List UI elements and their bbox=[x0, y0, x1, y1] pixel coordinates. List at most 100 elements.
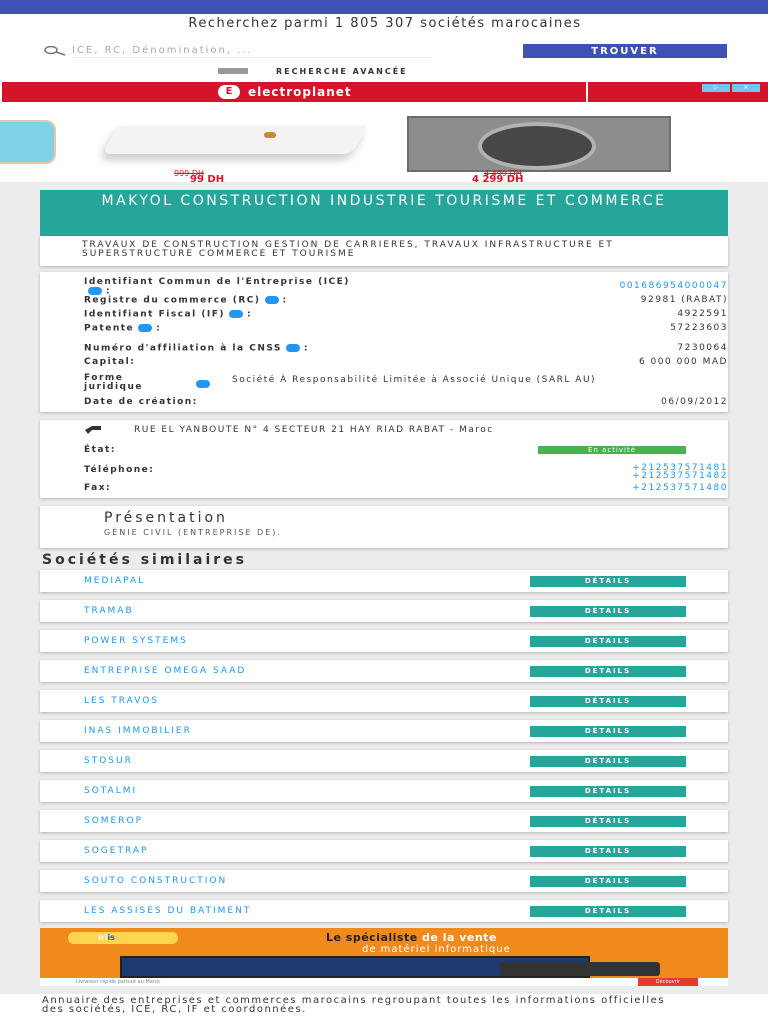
search-row: TROUVER bbox=[40, 44, 730, 60]
company-name: MAKYOL CONSTRUCTION INDUSTRIE TOURISME E… bbox=[40, 190, 728, 236]
patente-value: 57223603 bbox=[670, 323, 728, 333]
brand-logo-icon: E bbox=[218, 85, 240, 99]
identifiers-card: Identifiant Commun de l'Entreprise (ICE)… bbox=[40, 272, 728, 412]
ad-separator bbox=[586, 82, 588, 102]
similar-company-row[interactable]: INAS IMMOBILIER DÉTAILS bbox=[40, 720, 728, 742]
ad-discover-button[interactable]: Découvrir bbox=[638, 978, 698, 986]
cnss-value: 7230064 bbox=[677, 343, 728, 353]
similar-company-name[interactable]: SOMEROP bbox=[84, 816, 143, 826]
cnss-row: Numéro d'affiliation à la CNSS: 7230064 bbox=[84, 343, 728, 354]
similar-company-row[interactable]: ENTREPRISE OMEGA SAAD DÉTAILS bbox=[40, 660, 728, 682]
ad-banner[interactable]: E electroplanet ▷ ✕ 999 DH 99 DH 4 499 D… bbox=[0, 82, 768, 185]
printer-image bbox=[101, 126, 369, 154]
if-row: Identifiant Fiscal (IF): 4922591 bbox=[84, 309, 728, 320]
similar-company-name[interactable]: SOGETRAP bbox=[84, 846, 148, 856]
ad-choices[interactable]: ▷ ✕ bbox=[702, 84, 760, 92]
similar-company-name[interactable]: STOSUR bbox=[84, 756, 133, 766]
ad-strip: Livraison rapide partout au Maroc bbox=[40, 978, 728, 986]
ice-value[interactable]: 001686954000047 bbox=[620, 282, 728, 291]
ice-label: Identifiant Commun de l'Entreprise (ICE) bbox=[84, 277, 350, 287]
info-icon[interactable] bbox=[138, 324, 153, 332]
iris-ad-banner[interactable]: iriis Le spécialiste de la vente de maté… bbox=[40, 928, 728, 986]
presentation-text: GÉNIE CIVIL (ENTREPRISE DE). bbox=[104, 528, 282, 537]
washer-door-icon bbox=[478, 122, 596, 170]
phone-value[interactable]: +212537571482 bbox=[632, 472, 728, 481]
info-icon[interactable] bbox=[196, 380, 210, 388]
ad-header bbox=[2, 82, 768, 102]
fax-value[interactable]: +212537571480 bbox=[632, 484, 728, 493]
similar-company-name[interactable]: INAS IMMOBILIER bbox=[84, 726, 192, 736]
info-icon[interactable] bbox=[229, 310, 244, 318]
similar-company-row[interactable]: SOUTO CONSTRUCTION DÉTAILS bbox=[40, 870, 728, 892]
phone-row: Téléphone: +212537571481 +212537571482 bbox=[84, 464, 727, 481]
info-icon[interactable] bbox=[264, 296, 279, 304]
details-button[interactable]: DÉTAILS bbox=[530, 816, 686, 827]
advanced-search-link[interactable]: RECHERCHE AVANCÉE bbox=[218, 66, 408, 76]
if-value: 4922591 bbox=[677, 309, 728, 319]
find-button[interactable]: TROUVER bbox=[523, 44, 727, 58]
similar-company-row[interactable]: STOSUR DÉTAILS bbox=[40, 750, 728, 772]
toggle-icon bbox=[218, 68, 248, 74]
ice-row: Identifiant Commun de l'Entreprise (ICE)… bbox=[84, 277, 728, 297]
details-button[interactable]: DÉTAILS bbox=[530, 906, 686, 917]
similar-company-row[interactable]: SOMEROP DÉTAILS bbox=[40, 810, 728, 832]
capital-row: Capital: 6 000 000 MAD bbox=[84, 358, 726, 367]
iris-logo: iriis bbox=[68, 932, 178, 944]
similar-title: Sociétés similaires bbox=[42, 552, 247, 568]
contact-card: RUE EL YANBOUTE N° 4 SECTEUR 21 HAY RIAD… bbox=[40, 420, 728, 498]
details-button[interactable]: DÉTAILS bbox=[530, 726, 686, 737]
legal-form-value: Société À Responsabilité Limitée à Assoc… bbox=[232, 375, 597, 385]
details-button[interactable]: DÉTAILS bbox=[530, 756, 686, 767]
details-button[interactable]: DÉTAILS bbox=[530, 846, 686, 857]
search-section: Recherchez parmi 1 805 307 sociétés maro… bbox=[0, 14, 768, 82]
details-button[interactable]: DÉTAILS bbox=[530, 576, 686, 587]
similar-company-row[interactable]: MEDIAPAL DÉTAILS bbox=[40, 570, 728, 592]
similar-company-row[interactable]: POWER SYSTEMS DÉTAILS bbox=[40, 630, 728, 652]
similar-company-name[interactable]: TRAMAB bbox=[84, 606, 134, 616]
similar-company-name[interactable]: SOUTO CONSTRUCTION bbox=[84, 876, 227, 886]
footer-text: Annuaire des entreprises et commerces ma… bbox=[42, 995, 665, 1015]
details-button[interactable]: DÉTAILS bbox=[530, 606, 686, 617]
info-icon[interactable] bbox=[285, 344, 300, 352]
ad-info-icon[interactable]: ▷ bbox=[702, 84, 730, 92]
ad-subline: de matériel informatique bbox=[362, 944, 511, 955]
info-icon[interactable] bbox=[88, 287, 102, 295]
details-button[interactable]: DÉTAILS bbox=[530, 786, 686, 797]
details-button[interactable]: DÉTAILS bbox=[530, 696, 686, 707]
search-icon bbox=[44, 46, 66, 56]
ad-close-icon[interactable]: ✕ bbox=[732, 84, 760, 92]
brand-name: electroplanet bbox=[248, 85, 352, 99]
search-input[interactable] bbox=[72, 44, 432, 58]
ad-headline: Le spécialiste de la vente bbox=[326, 931, 497, 944]
capital-value: 6 000 000 MAD bbox=[638, 357, 728, 367]
similar-company-row[interactable]: SOTALMI DÉTAILS bbox=[40, 780, 728, 802]
rc-label: Registre du commerce (RC) bbox=[84, 295, 261, 306]
similar-company-name[interactable]: ENTREPRISE OMEGA SAAD bbox=[84, 666, 246, 676]
rc-value: 92981 (RABAT) bbox=[640, 295, 728, 305]
similar-company-name[interactable]: POWER SYSTEMS bbox=[84, 636, 188, 646]
patente-label: Patente bbox=[84, 323, 135, 334]
similar-company-row[interactable]: SOGETRAP DÉTAILS bbox=[40, 840, 728, 862]
patente-row: Patente: 57223603 bbox=[84, 323, 728, 334]
similar-company-name[interactable]: MEDIAPAL bbox=[84, 576, 145, 586]
creation-date-label: Date de création: bbox=[84, 397, 198, 407]
legal-form-row: Forme juridique Société À Responsabilité… bbox=[84, 374, 595, 392]
printer-logo-icon bbox=[264, 132, 276, 138]
similar-company-name[interactable]: LES TRAVOS bbox=[84, 696, 159, 706]
similar-company-row[interactable]: LES ASSISES DU BATIMENT DÉTAILS bbox=[40, 900, 728, 922]
details-button[interactable]: DÉTAILS bbox=[530, 666, 686, 677]
company-activity: TRAVAUX DE CONSTRUCTION GESTION DE CARRI… bbox=[40, 236, 728, 266]
presentation-title: Présentation bbox=[104, 510, 228, 526]
similar-company-row[interactable]: LES TRAVOS DÉTAILS bbox=[40, 690, 728, 712]
creation-date-value: 06/09/2012 bbox=[661, 397, 728, 407]
details-button[interactable]: DÉTAILS bbox=[530, 876, 686, 887]
phone-label: Téléphone: bbox=[84, 465, 155, 475]
similar-company-name[interactable]: LES ASSISES DU BATIMENT bbox=[84, 906, 251, 916]
status-badge: En activité bbox=[538, 446, 686, 454]
similar-company-row[interactable]: TRAMAB DÉTAILS bbox=[40, 600, 728, 622]
cnss-label: Numéro d'affiliation à la CNSS bbox=[84, 343, 282, 354]
details-button[interactable]: DÉTAILS bbox=[530, 636, 686, 647]
fax-row: Fax: +212537571480 bbox=[84, 484, 727, 493]
top-app-bar bbox=[0, 0, 768, 14]
similar-company-name[interactable]: SOTALMI bbox=[84, 786, 137, 796]
